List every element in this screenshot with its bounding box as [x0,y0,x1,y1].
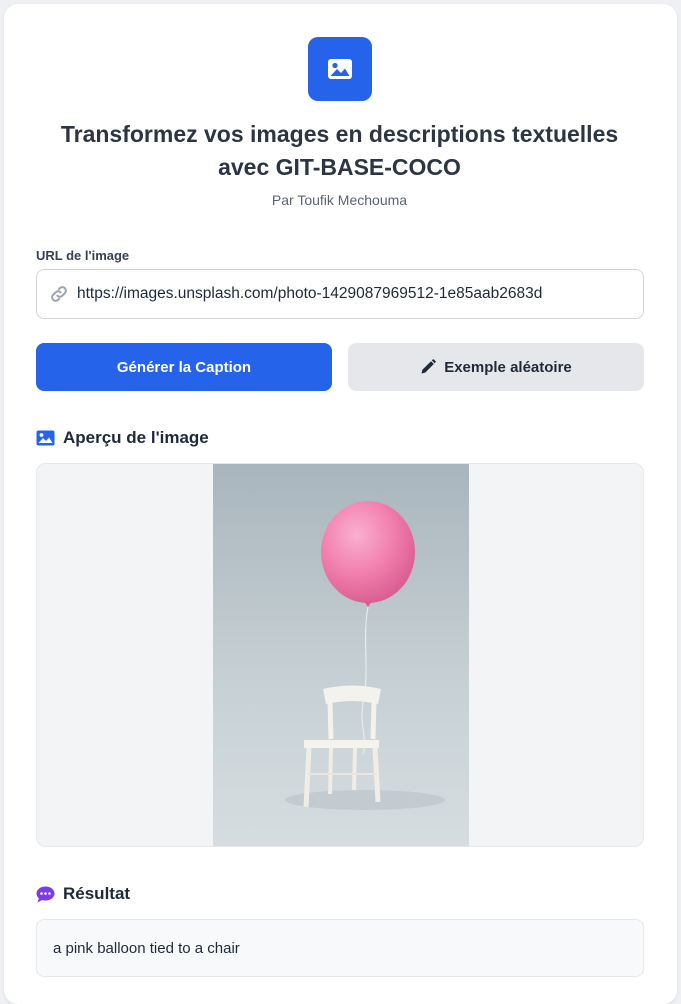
random-example-label: Exemple aléatoire [444,358,572,376]
caption-result: a pink balloon tied to a chair [36,919,644,977]
chat-bubble-icon [36,886,55,902]
preview-photo [213,464,469,846]
pencil-icon [421,359,436,374]
author-subtitle: Par Toufik Mechouma [271,192,408,208]
preview-heading-label: Aperçu de l'image [63,428,209,447]
link-icon [37,284,77,304]
random-example-button[interactable]: Exemple aléatoire [348,343,644,391]
page-title: Transformez vos images en descriptions t… [24,118,655,184]
result-heading-label: Résultat [63,884,131,903]
generate-caption-button[interactable]: Générer la Caption [36,343,332,391]
result-heading: Résultat [36,884,130,904]
title-line-2: avec GIT-BASE-COCO [218,154,461,180]
url-input[interactable] [77,270,643,318]
url-label: URL de l'image [36,248,130,263]
image-icon [328,59,352,79]
title-line-1: Transformez vos images en descriptions t… [60,121,619,147]
app-logo [308,37,372,101]
image-icon [36,430,55,446]
main-card: Transformez vos images en descriptions t… [4,4,677,1004]
image-preview [36,463,644,847]
url-field[interactable] [36,269,644,319]
preview-heading: Aperçu de l'image [36,428,209,448]
